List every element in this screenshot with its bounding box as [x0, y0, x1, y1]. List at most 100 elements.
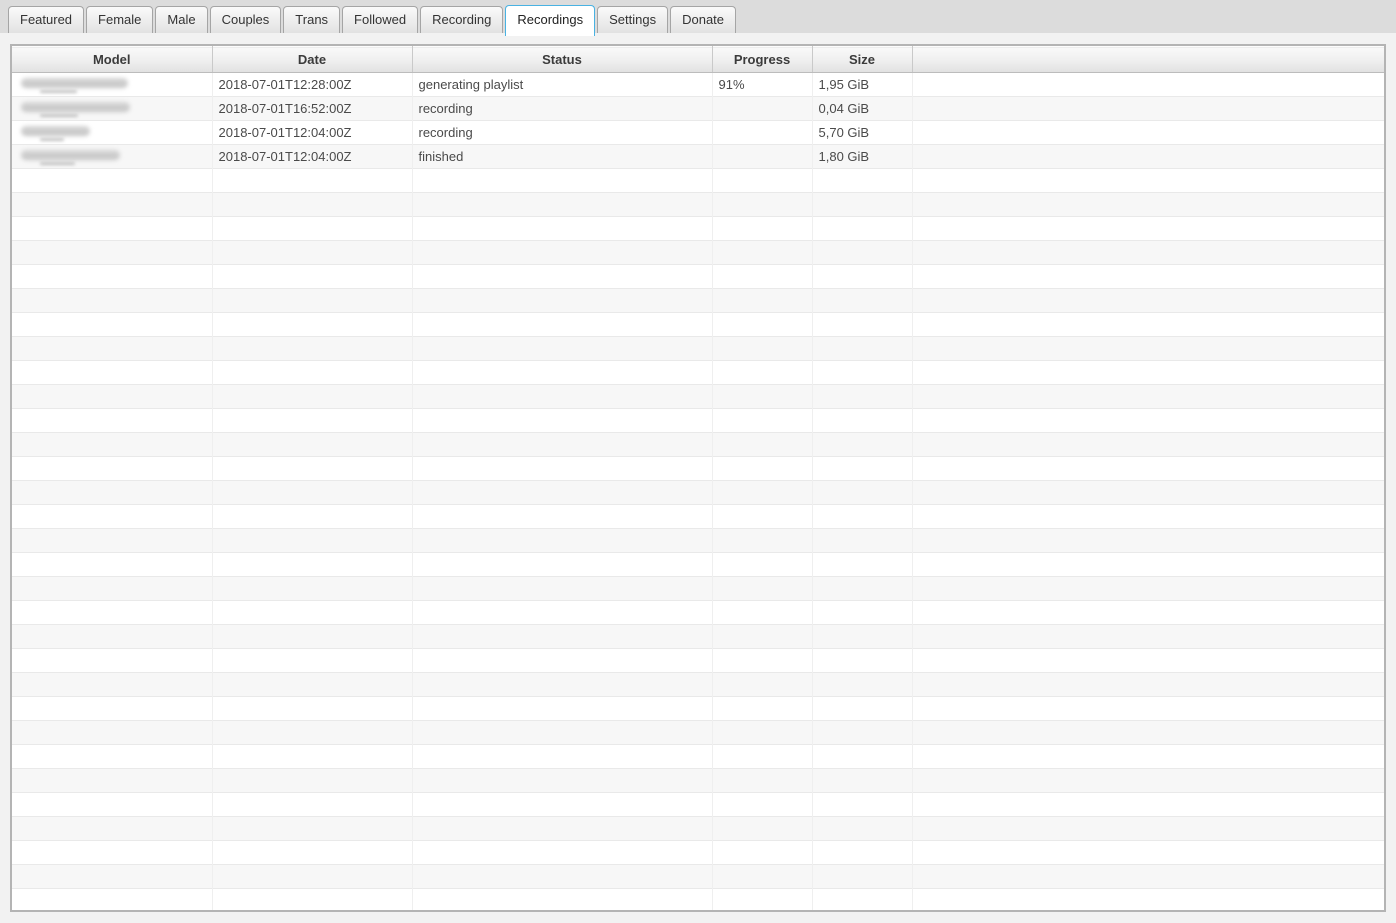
empty-cell: [912, 456, 1384, 481]
empty-cell: [12, 312, 213, 337]
empty-cell: [712, 720, 813, 745]
status-cell: finished: [412, 144, 713, 169]
empty-cell: [912, 528, 1384, 553]
empty-cell: [12, 408, 213, 433]
date-cell: 2018-07-01T12:04:00Z: [212, 120, 413, 145]
empty-cell: [812, 480, 913, 505]
empty-cell: [712, 528, 813, 553]
empty-cell: [812, 720, 913, 745]
empty-cell: [12, 168, 213, 193]
tab-female[interactable]: Female: [86, 6, 154, 33]
empty-cell: [712, 192, 813, 217]
empty-row: [12, 576, 1384, 601]
empty-cell: [712, 336, 813, 361]
empty-cell: [412, 552, 713, 577]
model-name-redacted: [18, 77, 211, 95]
tab-donate[interactable]: Donate: [670, 6, 737, 33]
empty-cell: [912, 360, 1384, 385]
spacer-cell: [912, 120, 1384, 145]
empty-cell: [412, 696, 713, 721]
empty-cell: [812, 624, 913, 649]
size-cell: 1,95 GiB: [812, 72, 913, 97]
empty-cell: [712, 744, 813, 769]
recording-row[interactable]: 2018-07-01T12:04:00Z finished 1,80 GiB: [12, 144, 1384, 169]
empty-row: [12, 600, 1384, 625]
empty-cell: [212, 552, 413, 577]
empty-cell: [812, 600, 913, 625]
empty-cell: [712, 672, 813, 697]
empty-cell: [712, 888, 813, 910]
empty-cell: [812, 504, 913, 529]
empty-cell: [712, 648, 813, 673]
empty-cell: [412, 864, 713, 889]
empty-cell: [12, 864, 213, 889]
empty-cell: [912, 600, 1384, 625]
spacer-cell: [912, 144, 1384, 169]
empty-cell: [12, 672, 213, 697]
column-header-size[interactable]: Size: [812, 46, 913, 73]
empty-cell: [912, 648, 1384, 673]
empty-cell: [912, 696, 1384, 721]
empty-cell: [912, 240, 1384, 265]
empty-cell: [412, 432, 713, 457]
empty-cell: [412, 672, 713, 697]
empty-cell: [12, 216, 213, 241]
empty-cell: [412, 240, 713, 265]
empty-row: [12, 504, 1384, 529]
size-cell: 1,80 GiB: [812, 144, 913, 169]
progress-cell: [712, 144, 813, 169]
empty-row: [12, 240, 1384, 265]
empty-cell: [212, 192, 413, 217]
tab-recording[interactable]: Recording: [420, 6, 504, 33]
empty-cell: [12, 336, 213, 361]
tab-followed[interactable]: Followed: [342, 6, 419, 33]
empty-cell: [12, 576, 213, 601]
empty-cell: [812, 264, 913, 289]
empty-row: [12, 336, 1384, 361]
empty-cell: [712, 240, 813, 265]
size-cell: 5,70 GiB: [812, 120, 913, 145]
empty-cell: [912, 768, 1384, 793]
empty-cell: [212, 240, 413, 265]
tab-settings[interactable]: Settings: [597, 6, 669, 33]
empty-cell: [12, 552, 213, 577]
column-header-model[interactable]: Model: [12, 46, 213, 73]
recording-row[interactable]: 2018-07-01T12:04:00Z recording 5,70 GiB: [12, 120, 1384, 145]
empty-cell: [712, 600, 813, 625]
empty-cell: [812, 168, 913, 193]
progress-cell: [712, 120, 813, 145]
empty-cell: [212, 312, 413, 337]
empty-cell: [412, 720, 713, 745]
empty-cell: [12, 840, 213, 865]
empty-row: [12, 768, 1384, 793]
recording-row[interactable]: 2018-07-01T16:52:00Z recording 0,04 GiB: [12, 96, 1384, 121]
empty-cell: [712, 288, 813, 313]
model-cell: [12, 72, 213, 97]
tab-male[interactable]: Male: [155, 6, 208, 33]
app-window: Featured Female Male Couples Trans Followed Re…: [0, 0, 1396, 923]
tab-trans[interactable]: Trans: [283, 6, 341, 33]
tab-couples[interactable]: Couples: [209, 6, 282, 33]
column-header-date[interactable]: Date: [212, 46, 413, 73]
empty-cell: [912, 336, 1384, 361]
empty-row: [12, 840, 1384, 865]
empty-cell: [12, 432, 213, 457]
empty-cell: [212, 624, 413, 649]
empty-row: [12, 792, 1384, 817]
empty-cell: [212, 720, 413, 745]
recording-row[interactable]: 2018-07-01T12:28:00Z generating playlist 9…: [12, 72, 1384, 97]
empty-row: [12, 864, 1384, 889]
date-cell: 2018-07-01T12:04:00Z: [212, 144, 413, 169]
empty-cell: [412, 648, 713, 673]
empty-cell: [412, 168, 713, 193]
empty-cell: [12, 264, 213, 289]
empty-cell: [912, 216, 1384, 241]
column-header-progress[interactable]: Progress: [712, 46, 813, 73]
empty-cell: [412, 504, 713, 529]
empty-cell: [12, 720, 213, 745]
column-header-status[interactable]: Status: [412, 46, 713, 73]
tab-recordings[interactable]: Recordings: [505, 5, 596, 36]
empty-cell: [812, 456, 913, 481]
empty-cell: [212, 288, 413, 313]
tab-featured[interactable]: Featured: [8, 6, 85, 33]
